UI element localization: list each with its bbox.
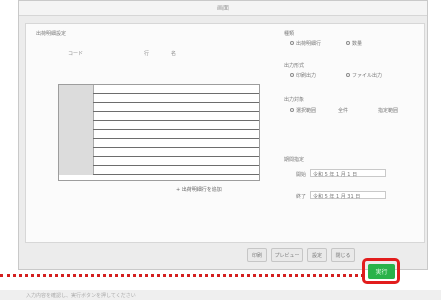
radio-output-print[interactable] xyxy=(290,73,294,77)
period-label: 期間指定 xyxy=(284,157,305,163)
close-button[interactable]: 閉じる xyxy=(331,248,355,262)
pointer-dotted-line xyxy=(0,274,364,277)
highlight-box xyxy=(362,258,400,284)
row-header[interactable] xyxy=(59,112,94,121)
radio-type-detail[interactable] xyxy=(290,41,294,45)
row-header[interactable] xyxy=(59,130,94,139)
detail-grid[interactable] xyxy=(58,84,260,181)
dialog-window: 画面 出荷明細設定 コード 行 名 + 出荷明細行を追加 種類 出荷明細行 数量… xyxy=(18,0,428,270)
type-label: 種類 xyxy=(284,31,295,37)
row-header[interactable] xyxy=(59,94,94,103)
table-row[interactable] xyxy=(59,166,259,175)
radio-output-print-label: 印刷出力 xyxy=(296,73,317,79)
status-text: 入力内容を確認し、実行ボタンを押してください xyxy=(26,293,136,299)
radio-target-selection[interactable] xyxy=(290,108,294,112)
period-from-label: 開始 xyxy=(296,172,307,178)
table-row[interactable] xyxy=(59,103,259,112)
column-header-code: コード xyxy=(68,51,84,57)
period-from-value: 令和 5 年 1 月 1 日 xyxy=(313,172,358,178)
table-row[interactable] xyxy=(59,148,259,157)
period-to-label: 終了 xyxy=(296,194,307,200)
output-format-label: 出力形式 xyxy=(284,63,305,69)
row-divider xyxy=(93,174,259,175)
print-button[interactable]: 印刷 xyxy=(247,248,267,262)
radio-target-selection-label: 選択範囲 xyxy=(296,108,317,114)
window-title: 画面 xyxy=(216,5,229,12)
table-row[interactable] xyxy=(59,121,259,130)
row-header[interactable] xyxy=(59,103,94,112)
row-header[interactable] xyxy=(59,157,94,166)
preview-button[interactable]: プレビュー xyxy=(271,248,303,262)
row-header[interactable] xyxy=(59,85,94,94)
title-bar: 画面 xyxy=(19,1,427,16)
option-target-range[interactable]: 指定範囲 xyxy=(378,107,398,114)
period-to-value: 令和 5 年 1 月 31 日 xyxy=(313,194,361,200)
radio-type-qty-label: 数量 xyxy=(352,41,363,47)
row-header[interactable] xyxy=(59,139,94,148)
column-header-line: 行 xyxy=(144,51,150,57)
radio-type-qty[interactable] xyxy=(346,41,350,45)
table-row[interactable] xyxy=(59,157,259,166)
section-label: 出荷明細設定 xyxy=(36,31,67,37)
option-target-all[interactable]: 全件 xyxy=(338,107,348,114)
row-header[interactable] xyxy=(59,166,94,175)
row-header[interactable] xyxy=(59,148,94,157)
output-target-label: 出力対象 xyxy=(284,97,305,103)
row-header[interactable] xyxy=(59,121,94,130)
table-row[interactable] xyxy=(59,130,259,139)
table-row[interactable] xyxy=(59,85,259,94)
settings-button[interactable]: 設定 xyxy=(307,248,327,262)
table-row[interactable] xyxy=(59,112,259,121)
radio-type-detail-label: 出荷明細行 xyxy=(296,41,322,47)
status-bar: 入力内容を確認し、実行ボタンを押してください xyxy=(0,290,441,300)
radio-output-file-label: ファイル出力 xyxy=(352,73,383,79)
add-row-link[interactable]: + 出荷明細行を追加 xyxy=(176,186,222,193)
table-row[interactable] xyxy=(59,139,259,148)
settings-panel: 出荷明細設定 コード 行 名 + 出荷明細行を追加 種類 出荷明細行 数量 出力… xyxy=(25,23,425,243)
column-header-name: 名 xyxy=(171,51,177,57)
radio-output-file[interactable] xyxy=(346,73,350,77)
table-row[interactable] xyxy=(59,94,259,103)
